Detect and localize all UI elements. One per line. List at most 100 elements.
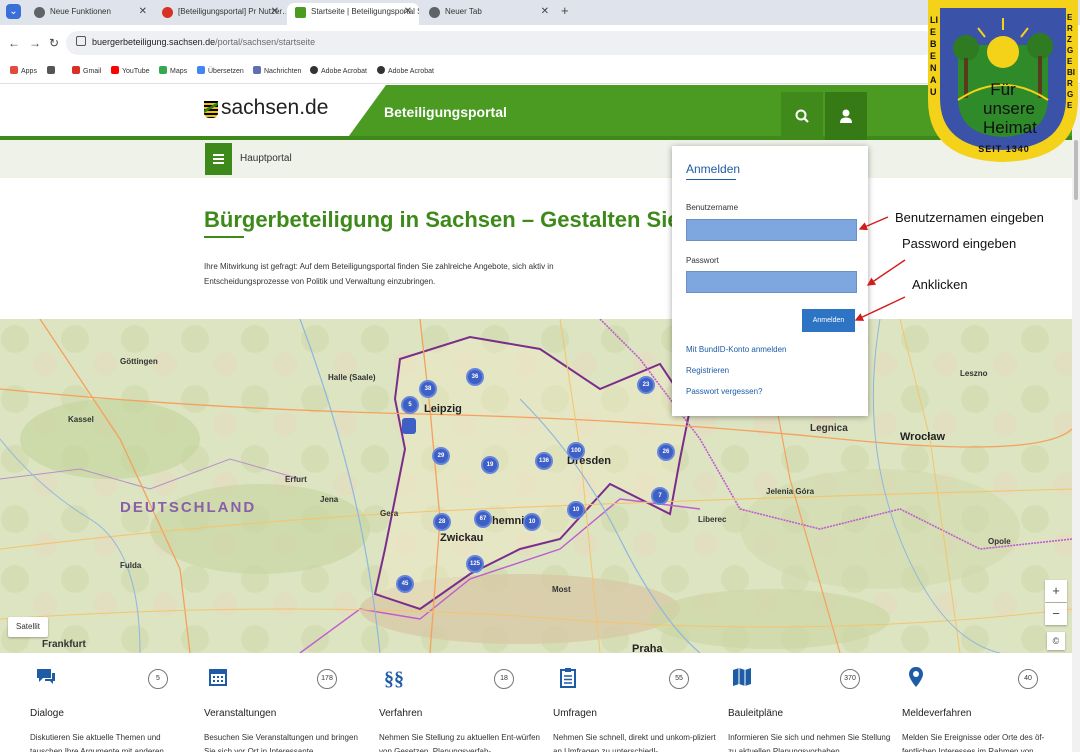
map-city-label: Wrocław bbox=[900, 431, 946, 443]
map-city-label: Zwickau bbox=[440, 532, 484, 544]
bookmark-gmail[interactable]: Gmail bbox=[72, 66, 101, 75]
browser-tab[interactable]: Neuer Tab ✕ bbox=[421, 3, 556, 25]
reload-icon[interactable]: ↻ bbox=[49, 36, 59, 50]
map-city-label: Most bbox=[552, 585, 571, 594]
search-button[interactable] bbox=[781, 92, 823, 140]
bauleitplaene-count-badge: 370 bbox=[840, 669, 860, 689]
bundid-login-link[interactable]: Mit BundID-Konto anmelden bbox=[686, 345, 787, 354]
category-title[interactable]: Meldeverfahren bbox=[902, 708, 971, 719]
map-city-label: Erfurt bbox=[285, 475, 307, 484]
annotation-password: Password eingeben bbox=[902, 236, 1017, 251]
browser-tab[interactable]: [Beteiligungsportal] Pr Nutzer… ✕ bbox=[154, 3, 286, 25]
map-city-label: Frankfurt bbox=[42, 639, 86, 650]
paragraph-icon[interactable]: §§ bbox=[383, 666, 405, 690]
password-input[interactable] bbox=[686, 271, 857, 293]
bookmark-translate[interactable]: Übersetzen bbox=[197, 66, 244, 75]
map-icon[interactable] bbox=[731, 666, 753, 688]
forgot-password-link[interactable]: Passwort vergessen? bbox=[686, 387, 762, 396]
new-tab-button[interactable]: + bbox=[561, 3, 569, 18]
address-url[interactable]: buergerbeteiligung.sachsen.de/portal/sac… bbox=[92, 37, 315, 47]
youtube-icon bbox=[111, 66, 119, 74]
site-logo[interactable]: sachsen.de bbox=[221, 96, 328, 120]
tab-close-icon[interactable]: ✕ bbox=[139, 3, 147, 21]
site-info-icon[interactable] bbox=[76, 36, 86, 46]
bookmark-acrobat-1[interactable]: Adobe Acrobat bbox=[310, 66, 367, 75]
map-cluster-marker[interactable]: 28 bbox=[433, 513, 451, 531]
map-cluster-marker[interactable]: 67 bbox=[474, 510, 492, 528]
tab-close-icon[interactable]: ✕ bbox=[541, 3, 549, 21]
category-title[interactable]: Dialoge bbox=[30, 708, 64, 719]
login-title-underline bbox=[686, 179, 736, 180]
map-city-label: Opole bbox=[988, 537, 1011, 546]
map-cluster-marker[interactable]: 136 bbox=[535, 452, 553, 470]
map-bookmark-marker[interactable] bbox=[402, 418, 416, 434]
map-city-label: Kassel bbox=[68, 415, 94, 424]
user-login-button[interactable] bbox=[825, 92, 867, 140]
map-canvas bbox=[0, 319, 1072, 653]
map-cluster-marker[interactable]: 10 bbox=[523, 513, 541, 531]
chat-icon[interactable] bbox=[35, 666, 57, 688]
map-cluster-marker[interactable]: 5 bbox=[401, 396, 419, 414]
tab-close-icon[interactable]: ✕ bbox=[404, 3, 412, 21]
map-city-label: Legnica bbox=[810, 423, 848, 434]
category-description: Besuchen Sie Veranstaltungen und bringen… bbox=[204, 733, 358, 752]
map-city-label: Gera bbox=[380, 509, 399, 518]
category-title[interactable]: Bauleitpläne bbox=[728, 708, 783, 719]
bookmark-youtube[interactable]: YouTube bbox=[111, 66, 150, 75]
bookmark-maps[interactable]: Maps bbox=[159, 66, 187, 75]
map-copyright-icon[interactable]: © bbox=[1047, 632, 1065, 650]
liebenau-badge: Für unsere Heimat SEIT 1340 LIEBENAU ERZ… bbox=[928, 0, 1078, 162]
category-title[interactable]: Umfragen bbox=[553, 708, 597, 719]
forward-arrow-icon[interactable]: → bbox=[29, 36, 41, 50]
back-arrow-icon[interactable]: ← bbox=[8, 36, 20, 50]
bookmark-apps[interactable]: Apps bbox=[10, 66, 37, 75]
grid-icon bbox=[47, 66, 55, 74]
globe-icon bbox=[34, 7, 45, 18]
participation-map[interactable]: DEUTSCHLAND Leipzig Dresden Chemnitz Zwi… bbox=[0, 319, 1072, 653]
map-cluster-marker[interactable]: 19 bbox=[481, 456, 499, 474]
browser-tab[interactable]: Neue Funktionen ✕ bbox=[26, 3, 154, 25]
zoom-in-button[interactable]: + bbox=[1045, 580, 1067, 602]
category-description: Nehmen Sie schnell, direkt und unkom-pli… bbox=[553, 733, 716, 752]
map-cluster-marker[interactable]: 10 bbox=[567, 501, 585, 519]
map-city-label: Fulda bbox=[120, 561, 142, 570]
pin-icon[interactable] bbox=[905, 666, 927, 688]
map-city-label: Leszno bbox=[960, 369, 988, 378]
bookmark-news[interactable]: Nachrichten bbox=[253, 66, 301, 75]
satellite-toggle[interactable]: Satellit bbox=[8, 617, 48, 637]
bookmark-grid[interactable] bbox=[47, 66, 58, 75]
map-cluster-marker[interactable]: 100 bbox=[567, 442, 585, 460]
meldeverfahren-count-badge: 40 bbox=[1018, 669, 1038, 689]
arrow-to-password bbox=[866, 259, 906, 286]
register-link[interactable]: Registrieren bbox=[686, 366, 729, 375]
login-submit-button[interactable]: Anmelden bbox=[802, 309, 855, 332]
map-cluster-marker[interactable]: 45 bbox=[396, 575, 414, 593]
map-cluster-marker[interactable]: 36 bbox=[466, 368, 484, 386]
map-cluster-marker[interactable]: 26 bbox=[657, 443, 675, 461]
tab-close-icon[interactable]: ✕ bbox=[271, 3, 279, 21]
map-cluster-marker[interactable]: 125 bbox=[466, 555, 484, 573]
acrobat-icon bbox=[310, 66, 318, 74]
map-cluster-marker[interactable]: 7 bbox=[651, 487, 669, 505]
username-input[interactable] bbox=[686, 219, 857, 241]
map-cluster-marker[interactable]: 29 bbox=[432, 447, 450, 465]
map-cluster-marker[interactable]: 23 bbox=[637, 376, 655, 394]
map-city-label: Göttingen bbox=[120, 357, 158, 366]
calendar-icon[interactable] bbox=[207, 666, 229, 688]
map-city-label: Jelenia Góra bbox=[766, 487, 815, 496]
map-cluster-marker[interactable]: 38 bbox=[419, 380, 437, 398]
browser-tab-active[interactable]: Startseite | Beteiligungsportal S… ✕ bbox=[287, 3, 419, 25]
category-title[interactable]: Veranstaltungen bbox=[204, 708, 276, 719]
portal-name[interactable]: Beteiligungsportal bbox=[384, 104, 507, 120]
subnav-hauptportal[interactable]: Hauptportal bbox=[240, 153, 292, 164]
veranstaltungen-count-badge: 178 bbox=[317, 669, 337, 689]
menu-hamburger-icon[interactable] bbox=[205, 143, 232, 175]
bookmark-acrobat-2[interactable]: Adobe Acrobat bbox=[377, 66, 434, 75]
badge-motto: Für unsere Heimat bbox=[983, 80, 1037, 137]
zoom-out-button[interactable]: − bbox=[1045, 603, 1067, 625]
tab-search-icon[interactable]: ⌄ bbox=[6, 4, 21, 19]
map-city-label: Leipzig bbox=[424, 403, 462, 415]
title-underline bbox=[204, 236, 244, 238]
category-title[interactable]: Verfahren bbox=[379, 708, 422, 719]
clipboard-icon[interactable] bbox=[557, 666, 579, 688]
